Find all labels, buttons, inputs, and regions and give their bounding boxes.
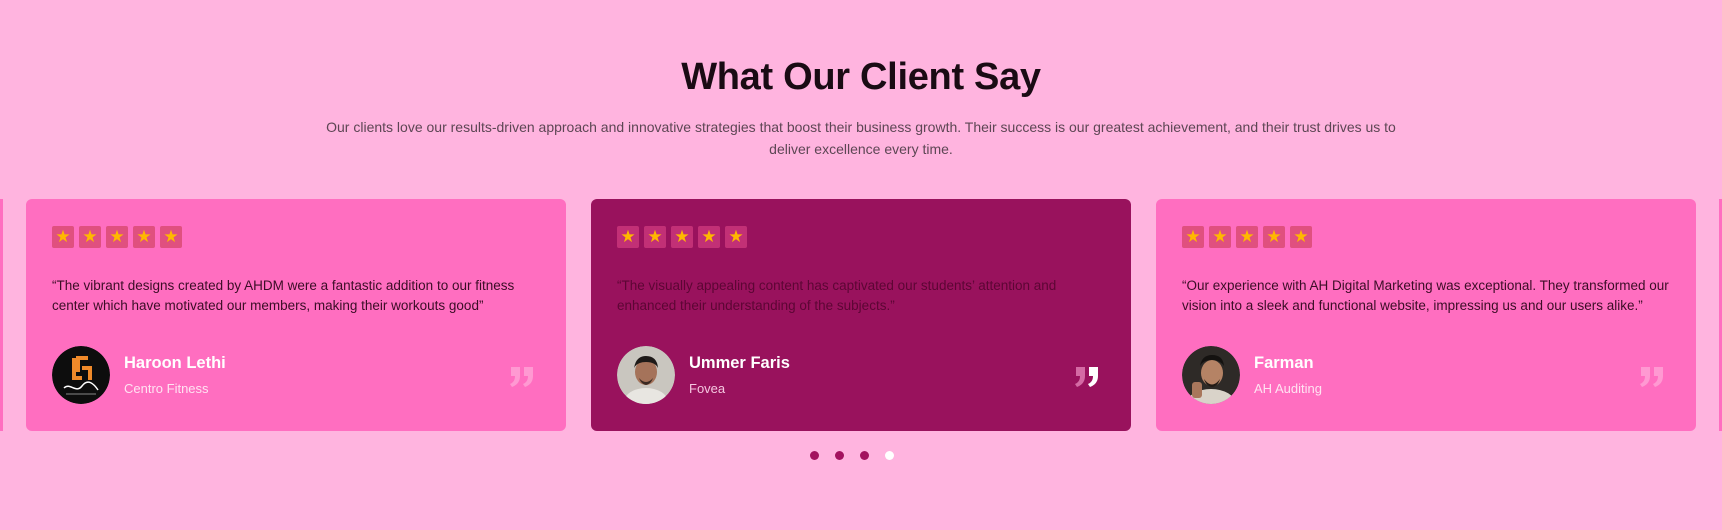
client-company: Fovea <box>689 381 726 396</box>
star-icon: ★ <box>79 226 101 248</box>
star-rating: ★ ★ ★ ★ ★ <box>1182 226 1312 248</box>
section-title: What Our Client Say <box>681 56 1041 98</box>
profile-photo-icon <box>1182 346 1240 404</box>
client-name: Haroon Lethi <box>124 354 226 372</box>
client-company: AH Auditing <box>1254 381 1322 396</box>
client-company: Centro Fitness <box>124 381 209 396</box>
carousel-pagination <box>810 451 894 460</box>
client-name: Farman <box>1254 354 1314 372</box>
quote-mark-icon <box>510 367 533 387</box>
star-icon: ★ <box>1263 226 1285 248</box>
star-icon: ★ <box>1182 226 1204 248</box>
star-rating: ★ ★ ★ ★ ★ <box>52 226 182 248</box>
section-subtitle: Our clients love our results-driven appr… <box>326 119 1396 157</box>
star-rating: ★ ★ ★ ★ ★ <box>617 226 747 248</box>
centro-fitness-logo-icon <box>52 346 110 404</box>
star-icon: ★ <box>671 226 693 248</box>
avatar <box>52 346 110 404</box>
client-name: Ummer Faris <box>689 354 790 372</box>
testimonial-quote: “The vibrant designs created by AHDM wer… <box>52 278 515 313</box>
pagination-dot[interactable] <box>835 451 844 460</box>
testimonial-quote: “Our experience with AH Digital Marketin… <box>1182 278 1669 313</box>
quote-mark-icon <box>1640 367 1663 387</box>
star-icon: ★ <box>52 226 74 248</box>
star-icon: ★ <box>617 226 639 248</box>
testimonials-section: What Our Client Say Our clients love our… <box>0 0 1722 530</box>
pagination-dot[interactable] <box>860 451 869 460</box>
star-icon: ★ <box>133 226 155 248</box>
star-icon: ★ <box>1236 226 1258 248</box>
pagination-dot[interactable] <box>810 451 819 460</box>
star-icon: ★ <box>1290 226 1312 248</box>
quote-mark-icon <box>1075 367 1098 387</box>
star-icon: ★ <box>1209 226 1231 248</box>
star-icon: ★ <box>725 226 747 248</box>
pagination-dot-active[interactable] <box>885 451 894 460</box>
star-icon: ★ <box>106 226 128 248</box>
star-icon: ★ <box>160 226 182 248</box>
avatar <box>1182 346 1240 404</box>
avatar <box>617 346 675 404</box>
testimonial-quote: “The visually appealing content has capt… <box>617 278 1057 313</box>
profile-photo-icon <box>617 346 675 404</box>
previous-card-edge[interactable] <box>0 199 3 431</box>
testimonial-card-active[interactable]: ★ ★ ★ ★ ★ “The visually appealing conten… <box>591 199 1131 431</box>
star-icon: ★ <box>644 226 666 248</box>
testimonial-card[interactable]: ★ ★ ★ ★ ★ “Our experience with AH Digita… <box>1156 199 1696 431</box>
testimonial-card[interactable]: ★ ★ ★ ★ ★ “The vibrant designs created b… <box>26 199 566 431</box>
star-icon: ★ <box>698 226 720 248</box>
